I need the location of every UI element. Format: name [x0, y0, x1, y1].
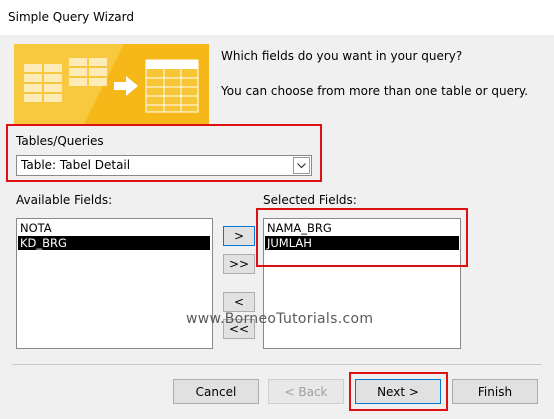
list-item-nota[interactable]: NOTA	[18, 221, 210, 235]
available-fields-label: Available Fields:	[16, 193, 113, 207]
combo-dropdown-button[interactable]	[293, 157, 310, 174]
remove-field-button[interactable]: <	[223, 292, 255, 312]
window-title: Simple Query Wizard	[8, 10, 134, 24]
add-field-button[interactable]: >	[223, 226, 255, 246]
add-all-fields-button[interactable]: >>	[223, 254, 255, 274]
next-button-highlight	[349, 372, 448, 411]
hint-text: You can choose from more than one table …	[221, 84, 529, 98]
tables-queries-label: Tables/Queries	[16, 134, 104, 148]
watermark-text: www.BorneoTutorials.com	[186, 311, 374, 327]
footer-separator	[12, 364, 542, 365]
tables-queries-combo[interactable]: Table: Tabel Detail	[16, 155, 312, 176]
selected-fields-highlight	[256, 208, 468, 267]
title-bar: Simple Query Wizard	[0, 0, 554, 35]
selected-fields-label: Selected Fields:	[263, 193, 357, 207]
tables-queries-value: Table: Tabel Detail	[21, 158, 131, 172]
question-text: Which fields do you want in your query?	[221, 49, 463, 63]
wizard-graphic	[14, 44, 209, 124]
finish-button[interactable]: Finish	[452, 379, 538, 404]
list-item-kd-brg[interactable]: KD_BRG	[18, 236, 210, 250]
chevron-down-icon	[297, 163, 306, 169]
tables-queries-label-text: Tables/Queries	[16, 134, 104, 148]
back-button[interactable]: < Back	[268, 379, 344, 404]
cancel-button[interactable]: Cancel	[173, 379, 259, 404]
available-fields-list[interactable]: NOTA KD_BRG	[16, 218, 213, 349]
